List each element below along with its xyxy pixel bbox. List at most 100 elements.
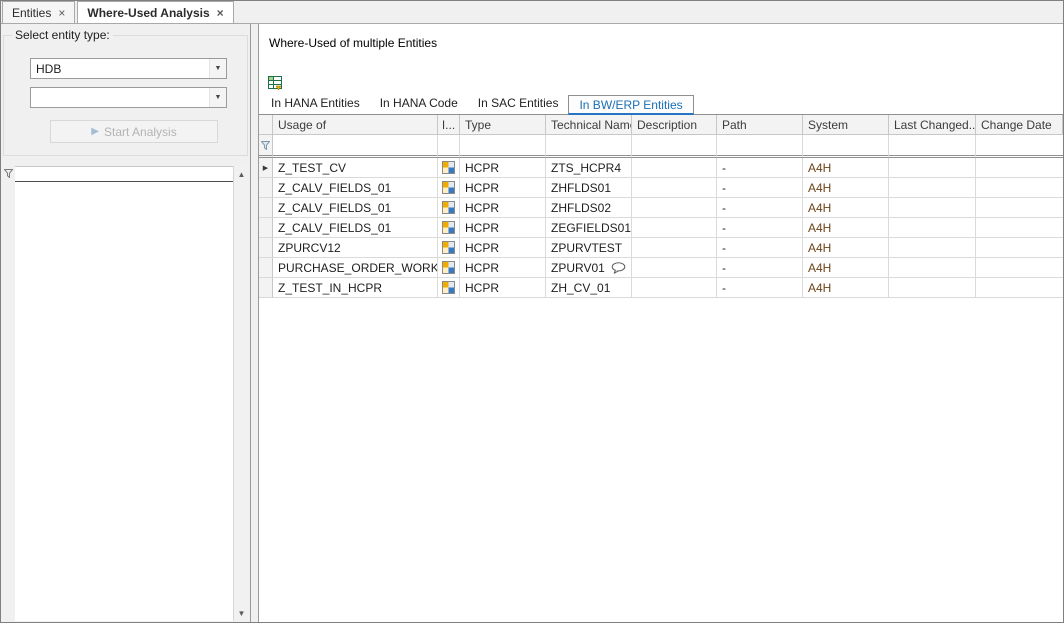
filter-cell-path[interactable]: [717, 135, 803, 158]
cell-change-date[interactable]: [976, 178, 1063, 198]
cell-path[interactable]: -: [717, 238, 803, 258]
entity-name-select[interactable]: ▼: [30, 87, 227, 108]
cell-technical-name[interactable]: ZHFLDS01: [546, 178, 632, 198]
cell-type[interactable]: HCPR: [460, 178, 546, 198]
cell-path[interactable]: -: [717, 278, 803, 298]
tab-where-used-analysis[interactable]: Where-Used Analysis ×: [77, 1, 233, 23]
tab-in-sac-entities[interactable]: In SAC Entities: [468, 94, 569, 114]
row-selector[interactable]: [259, 198, 273, 218]
cell-usage-of[interactable]: PURCHASE_ORDER_WORKLIST: [273, 258, 438, 278]
cell-change-date[interactable]: [976, 278, 1063, 298]
cell-last-changed[interactable]: [889, 218, 976, 238]
cell-technical-name[interactable]: ZPURVTEST: [546, 238, 632, 258]
cell-path[interactable]: -: [717, 178, 803, 198]
cell-last-changed[interactable]: [889, 158, 976, 178]
row-selector[interactable]: [259, 258, 273, 278]
cell-type[interactable]: HCPR: [460, 238, 546, 258]
vertical-scrollbar[interactable]: ▲ ▼: [233, 166, 249, 621]
tab-in-bw-erp-entities[interactable]: In BW/ERP Entities: [568, 95, 693, 115]
start-analysis-button[interactable]: ▶ Start Analysis: [50, 120, 218, 143]
column-header-technical-name[interactable]: Technical Name: [546, 115, 632, 135]
close-icon[interactable]: ×: [58, 8, 65, 18]
filter-cell-icon[interactable]: [438, 135, 460, 158]
comment-icon[interactable]: [611, 262, 626, 274]
panel-splitter[interactable]: [251, 24, 258, 622]
column-header-usage-of[interactable]: Usage of: [273, 115, 438, 135]
cell-type[interactable]: HCPR: [460, 158, 546, 178]
export-to-excel-button[interactable]: [265, 74, 285, 92]
filter-cell-system[interactable]: [803, 135, 889, 158]
cell-last-changed[interactable]: [889, 198, 976, 218]
table-row[interactable]: PURCHASE_ORDER_WORKLIST HCPR ZPURV01 - A…: [259, 258, 1063, 278]
cell-type[interactable]: HCPR: [460, 258, 546, 278]
column-header-last-changed[interactable]: Last Changed...: [889, 115, 976, 135]
cell-technical-name[interactable]: ZEGFIELDS01: [546, 218, 632, 238]
row-selector[interactable]: [259, 238, 273, 258]
entity-type-select[interactable]: HDB ▼: [30, 58, 227, 79]
cell-change-date[interactable]: [976, 258, 1063, 278]
cell-usage-of[interactable]: Z_CALV_FIELDS_01: [273, 178, 438, 198]
cell-path[interactable]: -: [717, 258, 803, 278]
tab-in-hana-code[interactable]: In HANA Code: [370, 94, 468, 114]
tab-in-hana-entities[interactable]: In HANA Entities: [261, 94, 370, 114]
column-header-system[interactable]: System: [803, 115, 889, 135]
entity-list-header[interactable]: [15, 167, 233, 182]
cell-last-changed[interactable]: [889, 238, 976, 258]
scroll-down-icon[interactable]: ▼: [234, 605, 249, 621]
table-row[interactable]: Z_CALV_FIELDS_01 HCPR ZEGFIELDS01 - A4H: [259, 218, 1063, 238]
cell-usage-of[interactable]: Z_TEST_CV: [273, 158, 438, 178]
filter-cell-description[interactable]: [632, 135, 717, 158]
cell-technical-name[interactable]: ZPURV01: [546, 258, 632, 278]
cell-last-changed[interactable]: [889, 278, 976, 298]
cell-last-changed[interactable]: [889, 178, 976, 198]
table-row[interactable]: Z_CALV_FIELDS_01 HCPR ZHFLDS01 - A4H: [259, 178, 1063, 198]
scrollbar-track[interactable]: [234, 182, 249, 605]
table-row[interactable]: ZPURCV12 HCPR ZPURVTEST - A4H: [259, 238, 1063, 258]
cell-last-changed[interactable]: [889, 258, 976, 278]
entity-list-content[interactable]: [15, 182, 233, 621]
row-selector[interactable]: [259, 178, 273, 198]
tab-entities[interactable]: Entities ×: [2, 1, 75, 23]
chevron-down-icon[interactable]: ▼: [209, 59, 226, 78]
cell-system[interactable]: A4H: [803, 178, 889, 198]
row-selector[interactable]: [259, 278, 273, 298]
cell-system[interactable]: A4H: [803, 258, 889, 278]
cell-technical-name[interactable]: ZHFLDS02: [546, 198, 632, 218]
column-header-icon[interactable]: I...: [438, 115, 460, 135]
cell-change-date[interactable]: [976, 198, 1063, 218]
chevron-down-icon[interactable]: ▼: [209, 88, 226, 107]
filter-cell-change-date[interactable]: [976, 135, 1063, 158]
cell-description[interactable]: [632, 238, 717, 258]
column-header-change-date[interactable]: Change Date: [976, 115, 1063, 135]
column-header-path[interactable]: Path: [717, 115, 803, 135]
cell-description[interactable]: [632, 158, 717, 178]
cell-system[interactable]: A4H: [803, 218, 889, 238]
cell-system[interactable]: A4H: [803, 198, 889, 218]
cell-usage-of[interactable]: Z_TEST_IN_HCPR: [273, 278, 438, 298]
cell-usage-of[interactable]: ZPURCV12: [273, 238, 438, 258]
filter-cell-type[interactable]: [460, 135, 546, 158]
scroll-up-icon[interactable]: ▲: [234, 166, 249, 182]
cell-change-date[interactable]: [976, 238, 1063, 258]
cell-path[interactable]: -: [717, 198, 803, 218]
filter-icon[interactable]: [4, 169, 13, 178]
table-row[interactable]: ▶ Z_TEST_CV HCPR ZTS_HCPR4 - A4H: [259, 158, 1063, 178]
cell-usage-of[interactable]: Z_CALV_FIELDS_01: [273, 198, 438, 218]
cell-system[interactable]: A4H: [803, 238, 889, 258]
column-header-type[interactable]: Type: [460, 115, 546, 135]
cell-description[interactable]: [632, 218, 717, 238]
cell-type[interactable]: HCPR: [460, 198, 546, 218]
cell-type[interactable]: HCPR: [460, 278, 546, 298]
cell-system[interactable]: A4H: [803, 158, 889, 178]
cell-technical-name[interactable]: ZH_CV_01: [546, 278, 632, 298]
cell-path[interactable]: -: [717, 158, 803, 178]
cell-description[interactable]: [632, 278, 717, 298]
row-selector[interactable]: [259, 218, 273, 238]
filter-cell-usage-of[interactable]: [273, 135, 438, 158]
cell-change-date[interactable]: [976, 218, 1063, 238]
table-row[interactable]: Z_CALV_FIELDS_01 HCPR ZHFLDS02 - A4H: [259, 198, 1063, 218]
close-icon[interactable]: ×: [217, 8, 224, 18]
cell-description[interactable]: [632, 258, 717, 278]
cell-system[interactable]: A4H: [803, 278, 889, 298]
cell-technical-name[interactable]: ZTS_HCPR4: [546, 158, 632, 178]
